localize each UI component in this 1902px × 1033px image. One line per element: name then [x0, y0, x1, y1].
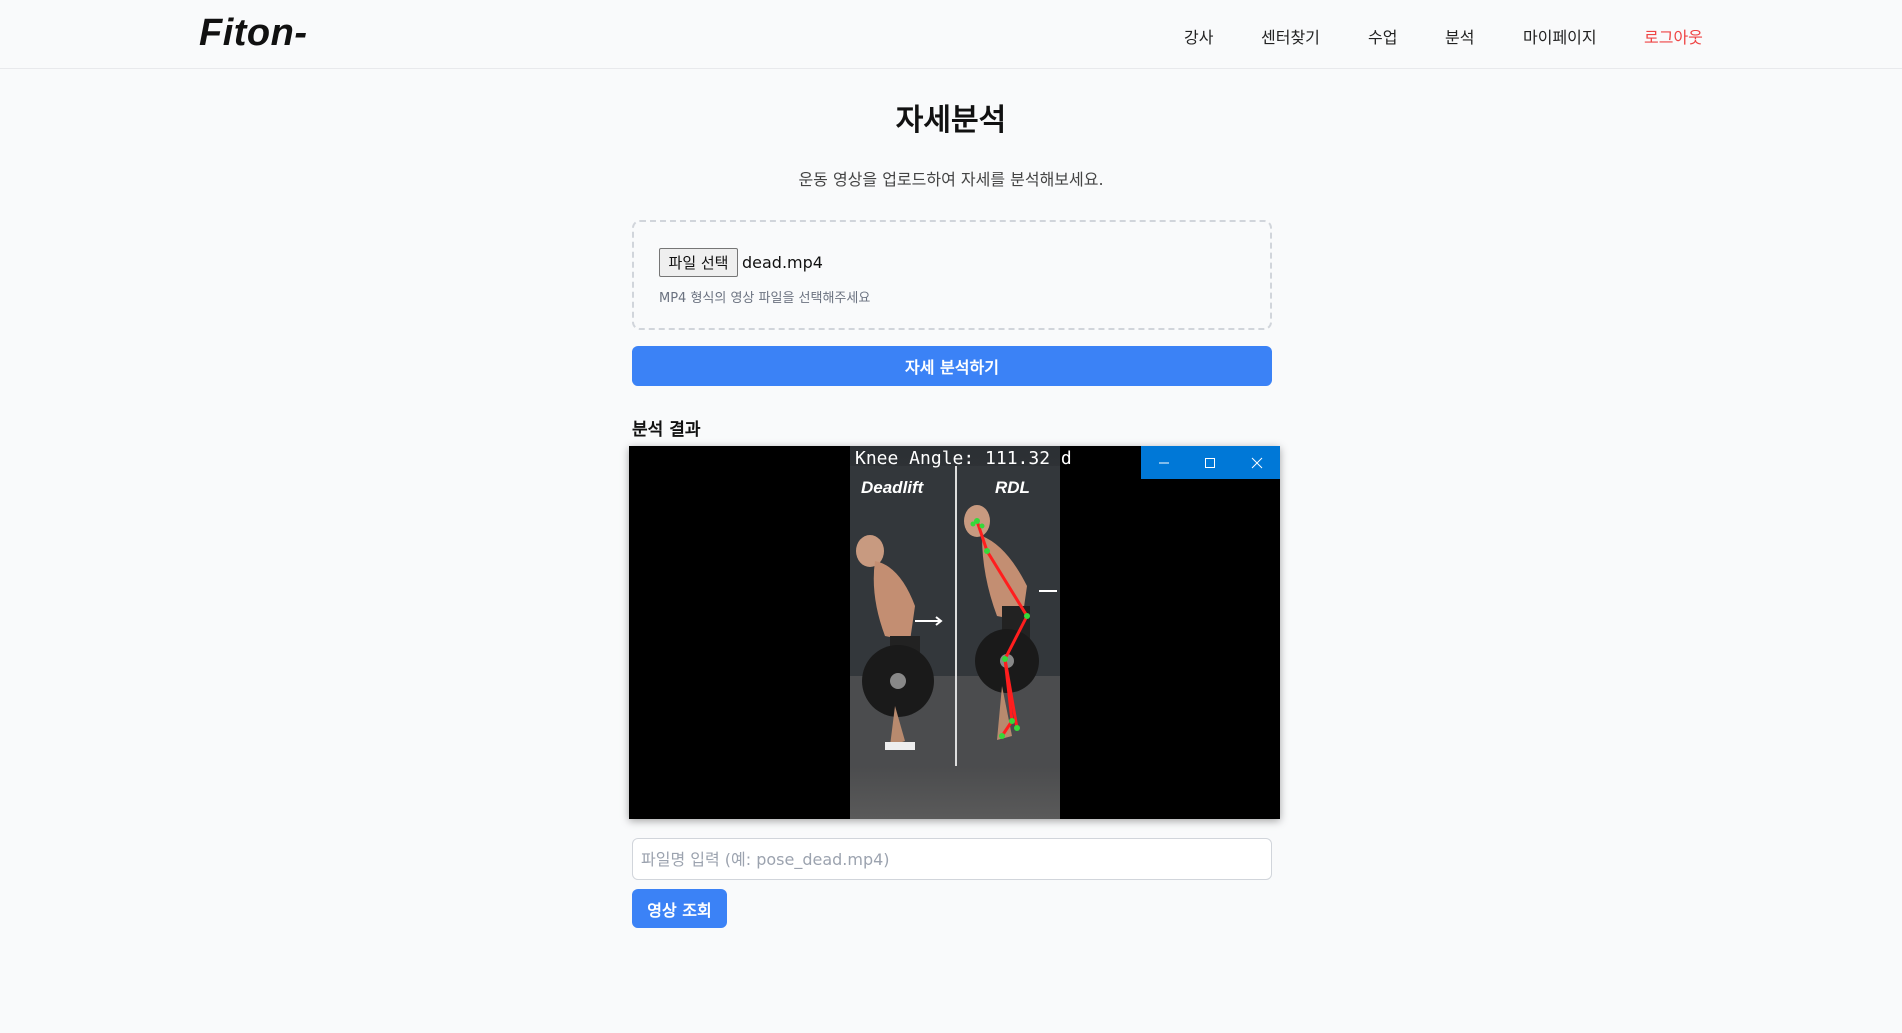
rdl-label: RDL [995, 478, 1030, 497]
logout-link[interactable]: 로그아웃 [1644, 24, 1703, 48]
nav-instructor[interactable]: 강사 [1184, 24, 1213, 48]
nav-classes[interactable]: 수업 [1368, 24, 1397, 48]
knee-angle-overlay: Knee Angle: 111.32 d [855, 448, 1072, 469]
choose-file-button[interactable]: 파일 선택 [659, 248, 738, 277]
deadlift-label: Deadlift [861, 478, 924, 497]
view-video-button[interactable]: 영상 조회 [632, 889, 727, 928]
rdl-figure [957, 466, 1060, 766]
close-icon[interactable] [1234, 446, 1280, 479]
minimize-icon[interactable] [1141, 446, 1187, 479]
upload-hint: MP4 형식의 영상 파일을 선택해주세요 [659, 291, 871, 306]
window-titlebar-controls [1141, 446, 1280, 479]
deadlift-figure [850, 466, 956, 766]
top-navigation: Fiton- 강사 센터찾기 수업 분석 마이페이지 로그아웃 [0, 0, 1902, 69]
page-subtitle: 운동 영상을 업로드하여 자세를 분석해보세요. [798, 170, 1104, 189]
maximize-icon[interactable] [1187, 446, 1233, 479]
upload-dropzone[interactable]: 파일 선택 dead.mp4 MP4 형식의 영상 파일을 선택해주세요 [632, 220, 1272, 330]
selected-file-name: dead.mp4 [742, 253, 823, 272]
logo[interactable]: Fiton- [199, 12, 308, 55]
nav-analysis[interactable]: 분석 [1445, 24, 1474, 48]
nav-find-center[interactable]: 센터찾기 [1261, 24, 1320, 48]
filename-search-input[interactable] [632, 838, 1272, 880]
result-title: 분석 결과 [632, 420, 701, 440]
video-frame: Deadlift RDL [850, 446, 1060, 819]
nav-mypage[interactable]: 마이페이지 [1523, 24, 1597, 48]
analyze-posture-button[interactable]: 자세 분석하기 [632, 346, 1272, 386]
analysis-video-window[interactable]: Deadlift RDL Knee Angle: 111.32 d [629, 446, 1280, 819]
page-title: 자세분석 [895, 103, 1007, 138]
